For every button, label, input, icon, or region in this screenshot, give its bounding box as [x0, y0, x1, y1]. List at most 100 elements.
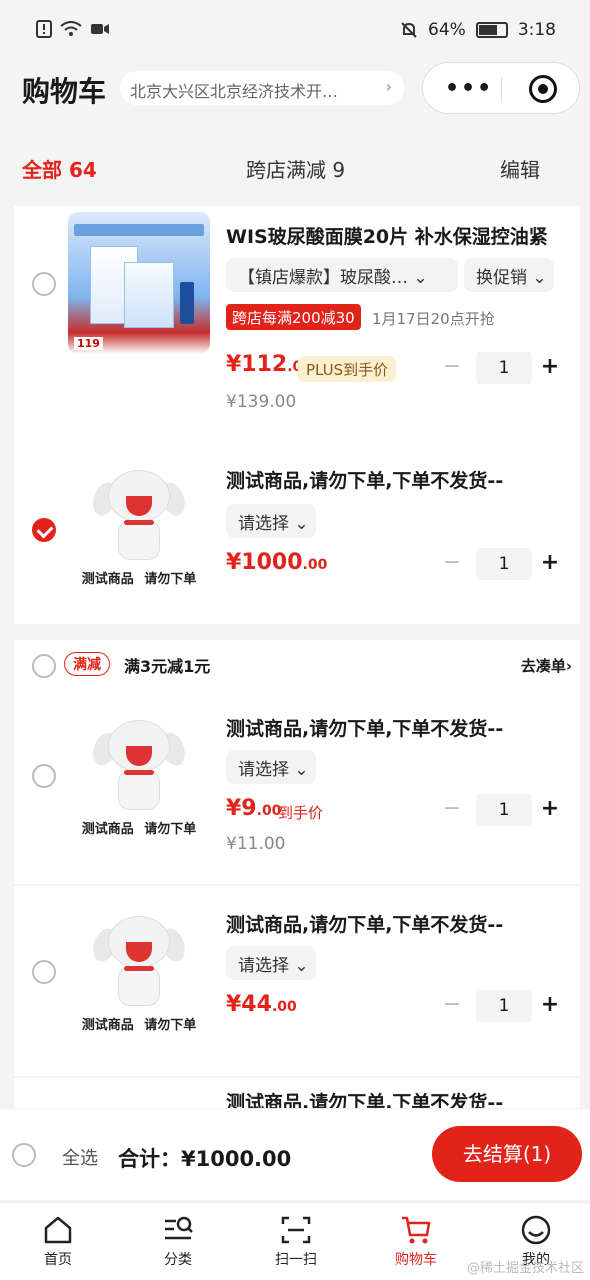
increase-button[interactable]: + — [538, 990, 562, 1022]
checkout-button[interactable]: 去结算(1) — [432, 1126, 582, 1182]
product-name[interactable]: 测试商品,请勿下单,下单不发货-- — [226, 1088, 566, 1108]
page-title: 购物车 — [22, 75, 107, 108]
increase-button[interactable]: + — [538, 352, 562, 384]
price-dec: .00 — [271, 999, 297, 1015]
mascot-body — [118, 770, 160, 810]
image-bottle — [180, 282, 194, 324]
discount-tag: 满减 — [64, 652, 110, 676]
category-search-icon — [165, 1216, 193, 1240]
profile-icon — [521, 1215, 551, 1245]
tab-all-count: 64 — [68, 158, 97, 182]
quantity-stepper: − 1 + — [438, 352, 559, 384]
product-name[interactable]: 测试商品,请勿下单,下单不发货-- — [226, 910, 566, 937]
increase-button[interactable]: + — [538, 548, 562, 580]
image-price: 119 — [74, 337, 103, 350]
more-menu-button[interactable]: ••• — [445, 76, 493, 101]
edit-button[interactable]: 编辑 — [500, 154, 540, 183]
quantity-stepper: − 1 + — [438, 794, 559, 826]
quantity-input[interactable]: 1 — [476, 990, 532, 1022]
item-checkbox[interactable] — [32, 960, 56, 984]
spec-label: 【镇店爆款】玻尿酸… — [238, 268, 408, 288]
promo-group-header: 满减 满3元减1元 去凑单› — [14, 640, 580, 690]
chevron-down-icon: ⌄ — [294, 956, 309, 976]
scan-icon — [281, 1216, 311, 1244]
increase-button[interactable]: + — [538, 794, 562, 826]
price-int: ¥112 — [226, 352, 288, 377]
address-text: 北京大兴区北京经济技术开… — [130, 82, 339, 101]
tab-all[interactable]: 全部 64 — [22, 154, 97, 183]
decrease-button[interactable]: − — [438, 548, 466, 580]
plus-price-badge: PLUS到手价 — [298, 356, 397, 382]
chevron-down-icon: ⌄ — [532, 268, 547, 288]
select-all-label[interactable]: 全选 — [62, 1144, 98, 1170]
tabbar-label: 扫一扫 — [275, 1252, 317, 1268]
spec-label: 请选择 — [238, 514, 289, 534]
cart-item: 119 WIS玻尿酸面膜20片 补水保湿控油紧 【镇店爆款】玻尿酸… ⌄ 换促销… — [14, 206, 580, 424]
change-promo-label: 换促销 — [476, 268, 527, 288]
group-checkbox[interactable] — [32, 654, 56, 678]
watermark: @稀土掘金技术社区 — [466, 1261, 584, 1276]
spec-selector[interactable]: 【镇店爆款】玻尿酸… ⌄ — [226, 258, 458, 292]
item-price: ¥9.00 — [226, 796, 281, 821]
quantity-stepper: − 1 + — [438, 990, 559, 1022]
original-price: ¥11.00 — [226, 834, 286, 854]
cart-icon — [402, 1216, 431, 1244]
decrease-button[interactable]: − — [438, 990, 466, 1022]
tabbar-item-home[interactable]: 首页 — [18, 1209, 98, 1269]
mascot-body — [118, 966, 160, 1006]
miniprogram-capsule: ••• — [422, 62, 580, 114]
status-right: 64% 3:18 — [400, 20, 556, 40]
quantity-input[interactable]: 1 — [476, 352, 532, 384]
product-image[interactable]: 119 — [68, 212, 210, 354]
tabbar-label: 首页 — [44, 1252, 72, 1268]
spec-selector[interactable]: 请选择 ⌄ — [226, 946, 316, 980]
quantity-stepper: − 1 + — [438, 548, 559, 580]
image-caption: 测试商品 请勿下单 — [81, 1018, 197, 1033]
product-image[interactable]: 测试商品 请勿下单 — [68, 712, 210, 854]
tabbar-item-cart[interactable]: 购物车 — [376, 1209, 456, 1269]
product-name[interactable]: 测试商品,请勿下单,下单不发货-- — [226, 714, 566, 741]
chevron-down-icon: ⌄ — [294, 514, 309, 534]
cart-item: 测试商品,请勿下单,下单不发货-- — [14, 1078, 580, 1108]
decrease-button[interactable]: − — [438, 794, 466, 826]
change-promo-button[interactable]: 换促销 ⌄ — [464, 258, 554, 292]
product-image[interactable]: 测试商品 请勿下单 — [68, 908, 210, 1050]
promo-badge: 跨店每满200减30 — [226, 304, 361, 330]
item-checkbox[interactable] — [32, 518, 56, 542]
select-all-checkbox[interactable] — [12, 1143, 36, 1167]
spec-selector[interactable]: 请选择 ⌄ — [226, 504, 316, 538]
capsule-divider — [501, 77, 502, 101]
home-icon — [44, 1216, 72, 1244]
status-bar: 64% 3:18 — [0, 0, 590, 62]
promo-note: 1月17日20点开抢 — [372, 310, 495, 328]
item-price: ¥1000.00 — [226, 550, 327, 575]
cart-item: 测试商品 请勿下单 测试商品,请勿下单,下单不发货-- 请选择 ⌄ ¥9.00 … — [14, 690, 580, 884]
tabbar-item-category[interactable]: 分类 — [138, 1209, 218, 1269]
battery-icon — [475, 22, 508, 38]
clock: 3:18 — [517, 20, 556, 40]
quantity-input[interactable]: 1 — [476, 794, 532, 826]
tabbar-label: 分类 — [164, 1252, 192, 1268]
add-on-link[interactable]: 去凑单› — [521, 655, 572, 676]
image-box — [124, 262, 174, 328]
price-dec: .00 — [302, 557, 328, 573]
item-price: ¥44.00 — [226, 992, 297, 1017]
spec-label: 请选择 — [238, 956, 289, 976]
product-image[interactable]: 测试商品 请勿下单 — [68, 462, 210, 604]
tabbar-label: 购物车 — [395, 1252, 437, 1268]
tab-cross-store[interactable]: 跨店满减 9 — [246, 154, 345, 183]
chevron-right-icon: › — [385, 77, 392, 96]
wifi-icon — [60, 21, 82, 36]
spec-selector[interactable]: 请选择 ⌄ — [226, 750, 316, 784]
cart-tabs: 全部 64 跨店满减 9 编辑 — [0, 148, 590, 188]
tabbar-item-scan[interactable]: 扫一扫 — [256, 1209, 336, 1269]
decrease-button[interactable]: − — [438, 352, 466, 384]
quantity-input[interactable]: 1 — [476, 548, 532, 580]
product-name[interactable]: 测试商品,请勿下单,下单不发货-- — [226, 466, 566, 493]
close-miniprogram-button[interactable] — [529, 75, 557, 103]
mute-bell-icon — [401, 22, 417, 38]
item-checkbox[interactable] — [32, 764, 56, 788]
product-name[interactable]: WIS玻尿酸面膜20片 补水保湿控油紧 — [226, 222, 566, 249]
address-selector[interactable]: 北京大兴区北京经济技术开… › — [120, 71, 404, 105]
item-checkbox[interactable] — [32, 272, 56, 296]
